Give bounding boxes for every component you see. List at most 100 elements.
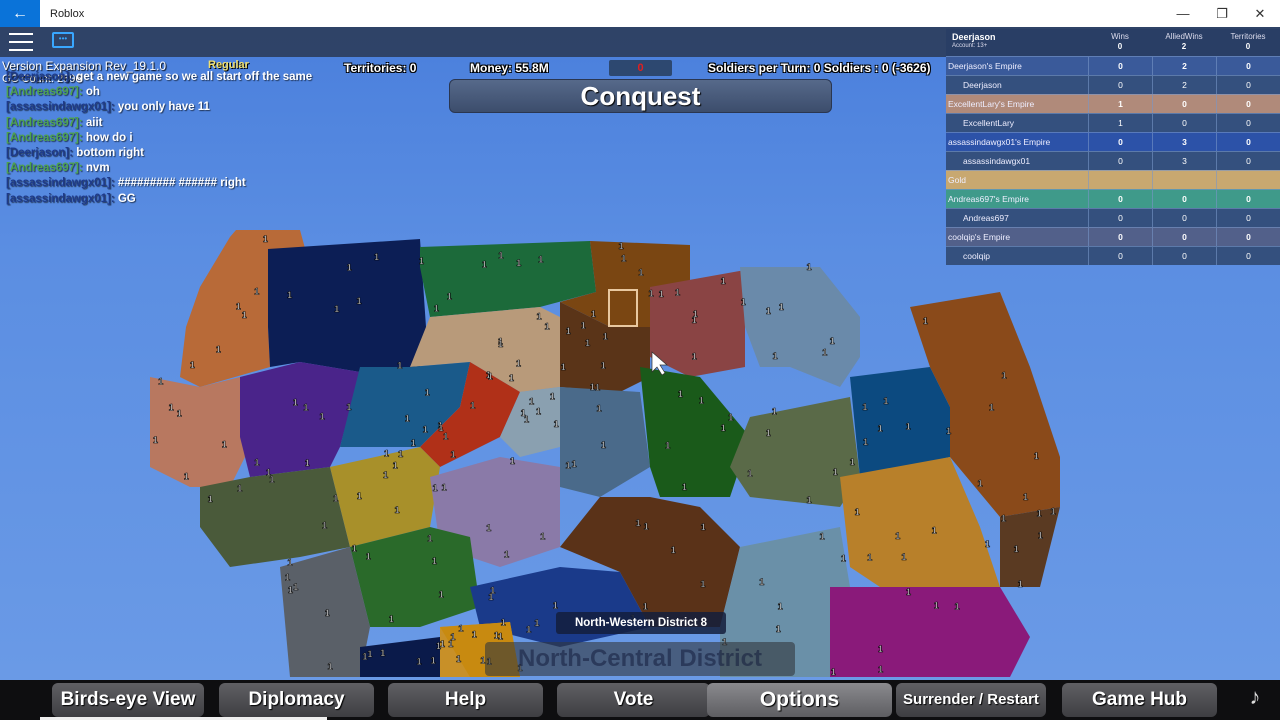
row-value-territories: 0 (1216, 209, 1280, 227)
soldier-count: 1 (322, 520, 327, 530)
soldier-count: 1 (1001, 514, 1006, 524)
minimize-button[interactable]: — (1163, 0, 1203, 27)
birds-eye-view-button[interactable]: Birds-eye View (52, 683, 204, 717)
row-value-territories: 0 (1216, 228, 1280, 246)
hamburger-menu-icon[interactable] (9, 33, 33, 51)
leaderboard-player-row[interactable]: coolqip 0 0 0 (946, 246, 1280, 265)
soldier-count: 1 (516, 258, 521, 268)
leaderboard-player-row[interactable]: Andreas697 0 0 0 (946, 208, 1280, 227)
soldier-count: 1 (619, 241, 624, 251)
soldier-count: 1 (595, 383, 600, 393)
soldier-count: 1 (470, 401, 475, 411)
back-button[interactable]: ← (0, 0, 40, 27)
soldier-count: 1 (419, 256, 424, 266)
soldier-count: 1 (287, 558, 292, 568)
chat-message: [Andreas697]: nvm (6, 161, 312, 176)
row-value-alliedwins: 0 (1152, 95, 1216, 113)
territory-magenta[interactable] (830, 587, 1030, 677)
row-value-wins: 0 (1088, 228, 1152, 246)
row-value-territories: 0 (1216, 95, 1280, 113)
leaderboard-team-row[interactable]: Andreas697's Empire 0 0 0 (946, 189, 1280, 208)
options-button[interactable]: Options (707, 683, 892, 717)
leaderboard-team-row[interactable]: ExcellentLary's Empire 1 0 0 (946, 94, 1280, 113)
row-value-wins: 0 (1088, 133, 1152, 151)
soldier-count: 1 (759, 577, 764, 587)
soldier-count: 1 (830, 336, 835, 346)
leaderboard-team-row[interactable]: coolqip's Empire 0 0 0 (946, 227, 1280, 246)
col-alliedwins: AlliedWins 2 (1165, 32, 1203, 51)
row-name: coolqip's Empire (948, 232, 1011, 242)
soldier-count: 1 (591, 309, 596, 319)
soldier-count: 1 (222, 439, 227, 449)
territory-forest-green[interactable] (640, 367, 750, 497)
hover-district-label: North-Western District 8 (556, 612, 726, 634)
surrender-restart-button[interactable]: Surrender / Restart (896, 683, 1046, 717)
soldier-count: 1 (766, 306, 771, 316)
soldier-count: 1 (488, 372, 493, 382)
vote-button[interactable]: Vote (557, 683, 710, 717)
soldier-count: 1 (190, 360, 195, 370)
soldier-count: 1 (441, 483, 446, 493)
leaderboard-team-row[interactable]: assassindawgx01's Empire 0 3 0 (946, 132, 1280, 151)
chat-bubble-icon[interactable]: ••• (52, 32, 74, 48)
soldier-count: 1 (184, 471, 189, 481)
soldier-count: 1 (482, 260, 487, 270)
game-mode-banner: Conquest (449, 79, 832, 113)
soldier-count: 1 (906, 587, 911, 597)
leaderboard-team-row[interactable]: Gold (946, 170, 1280, 189)
chat-sender[interactable]: [assassindawgx01]: (6, 101, 115, 113)
maximize-button[interactable]: ❐ (1202, 0, 1242, 27)
chat-sender[interactable]: [Deerjason]: (6, 147, 73, 159)
game-viewport[interactable]: 1 1 1 1 1 1 1 1 1 1 1 1 1 1 1 1 1 1 1 1 1 1 1 1 1 1 1 1 1 1 1 1 1 1 1 1 1 1 1 1… (0, 27, 1280, 680)
chat-sender[interactable]: [assassindawgx01]: (6, 177, 115, 189)
soldier-count: 1 (1002, 370, 1007, 380)
leaderboard-account: Account: 13+ (952, 43, 988, 49)
territory-navy[interactable] (268, 239, 426, 372)
soldier-count: 1 (269, 475, 274, 485)
chat-sender[interactable]: [Deerjason]: (6, 71, 73, 83)
soldier-count: 1 (325, 608, 330, 618)
soldier-count: 1 (456, 654, 461, 664)
row-name: Gold (948, 175, 966, 185)
arrow-left-icon: ← (12, 4, 28, 22)
soldier-count: 1 (1050, 507, 1055, 517)
soldier-count: 1 (649, 289, 654, 299)
guitar-icon[interactable]: ♪ (1240, 684, 1270, 716)
territory-maroon[interactable] (650, 270, 745, 377)
close-button[interactable]: ✕ (1240, 0, 1280, 27)
chat-sender[interactable]: [Andreas697]: (6, 117, 83, 129)
help-button[interactable]: Help (388, 683, 543, 717)
chat-sender[interactable]: [Andreas697]: (6, 86, 83, 98)
territory-salmon[interactable] (150, 377, 250, 487)
leaderboard-team-row[interactable]: Deerjason's Empire 0 2 0 (946, 56, 1280, 75)
leaderboard-player-row[interactable]: assassindawgx01 0 3 0 (946, 151, 1280, 170)
soldier-count: 1 (601, 440, 606, 450)
soldier-count: 1 (263, 234, 268, 244)
soldier-count: 1 (878, 664, 883, 674)
leaderboard-player-name[interactable]: Deerjason (952, 32, 996, 42)
territory-slate-north[interactable] (740, 267, 860, 387)
soldier-count: 1 (216, 345, 221, 355)
soldier-count: 1 (357, 491, 362, 501)
soldier-count: 1 (416, 657, 421, 667)
chat-sender[interactable]: [Andreas697]: (6, 162, 83, 174)
row-value-wins: 0 (1088, 190, 1152, 208)
soldier-count: 1 (389, 614, 394, 624)
game-hub-button[interactable]: Game Hub (1062, 683, 1217, 717)
territory-olive[interactable] (730, 397, 860, 507)
soldier-count: 1 (451, 449, 456, 459)
diplomacy-button[interactable]: Diplomacy (219, 683, 374, 717)
soldier-count: 1 (254, 286, 259, 296)
leaderboard-player-row[interactable]: ExcellentLary 1 0 0 (946, 113, 1280, 132)
chat-sender[interactable]: [assassindawgx01]: (6, 193, 115, 205)
soldier-count: 1 (772, 407, 777, 417)
chat-sender[interactable]: [Andreas697]: (6, 132, 83, 144)
soldier-count: 1 (431, 656, 436, 666)
soldier-count: 1 (728, 413, 733, 423)
soldier-count: 1 (867, 552, 872, 562)
chat-message: [assassindawgx01]: you only have 11 (6, 100, 312, 115)
soldier-count: 1 (347, 262, 352, 272)
soldier-count: 1 (366, 552, 371, 562)
leaderboard-player-row[interactable]: Deerjason 0 2 0 (946, 75, 1280, 94)
territory-dark-brown-east[interactable] (1000, 507, 1060, 587)
